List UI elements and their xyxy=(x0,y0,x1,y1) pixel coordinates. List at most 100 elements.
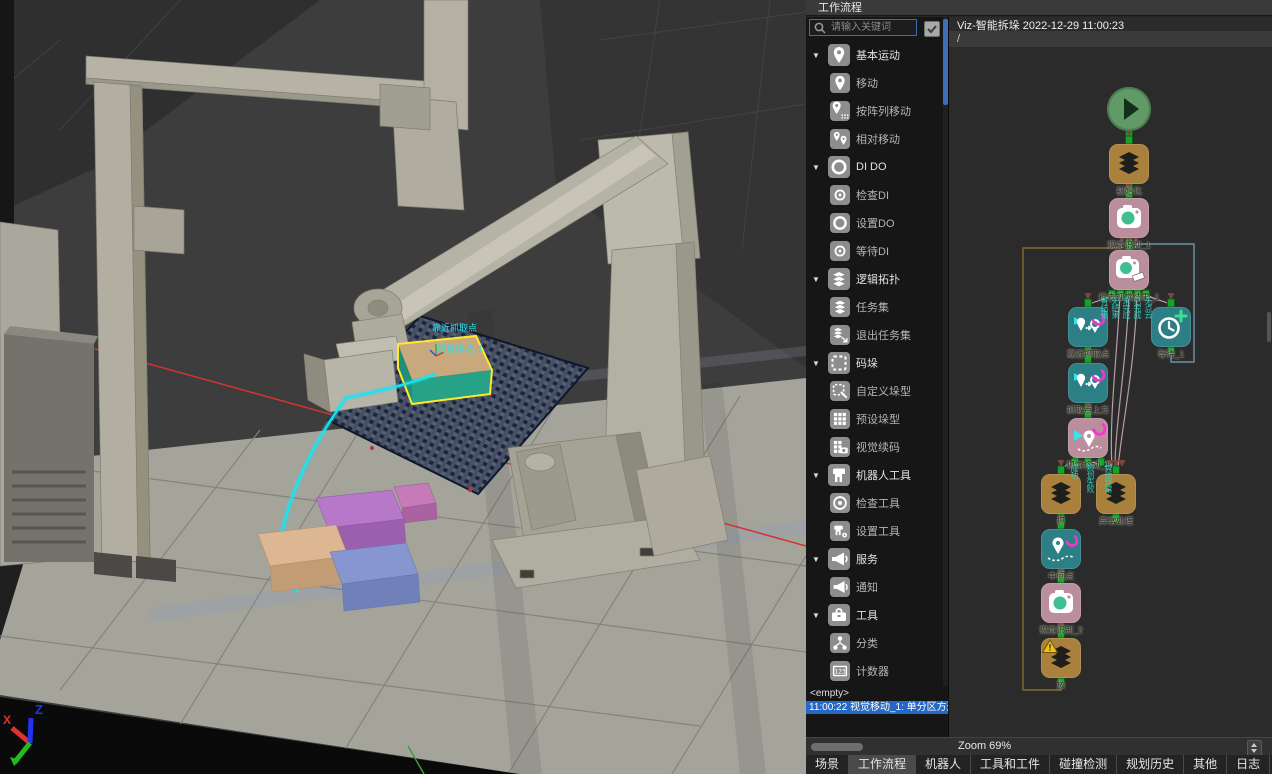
toolbox-icon xyxy=(828,604,850,626)
tree-item-2-1[interactable]: 退出任务集 xyxy=(806,321,943,349)
tree-group-4[interactable]: ▼机器人工具 xyxy=(806,461,943,489)
zoom-increase-icon[interactable] xyxy=(1251,743,1257,747)
tree-item-0-0[interactable]: 移动 xyxy=(806,69,943,97)
search-input-box[interactable] xyxy=(809,19,917,36)
tree-group-label: 逻辑拓扑 xyxy=(856,271,900,287)
tab-7[interactable]: 日志 xyxy=(1227,755,1270,774)
play-icon xyxy=(1107,87,1151,131)
flow-node-place[interactable]: ! xyxy=(1041,638,1081,678)
zoom-decrease-icon[interactable] xyxy=(1251,749,1257,753)
grid-icon xyxy=(830,409,850,429)
tree-group-5[interactable]: ▼ 服务 xyxy=(806,545,943,573)
flow-node-label-except: 异常处理 xyxy=(1056,515,1176,527)
canvas-scrollbar-thumb[interactable] xyxy=(1267,312,1271,342)
chevron-down-icon[interactable]: ▼ xyxy=(812,555,822,564)
tree-item-0-2[interactable]: 相对移动 xyxy=(806,125,943,153)
flow-node-grab[interactable] xyxy=(1041,474,1081,514)
chevron-down-icon[interactable]: ▼ xyxy=(812,163,822,172)
tree-group-0[interactable]: ▼基本运动 xyxy=(806,41,943,69)
pallet-custom-icon xyxy=(830,381,850,401)
ring-di-icon xyxy=(830,185,850,205)
flow-node-init[interactable] xyxy=(1109,144,1149,184)
layers-exit-icon xyxy=(830,325,850,345)
ring-icon xyxy=(830,213,850,233)
chevron-down-icon[interactable]: ▼ xyxy=(812,51,822,60)
layers-warn-icon: ! xyxy=(1041,638,1081,678)
flow-canvas[interactable]: Viz-智能拆垛 2022-12-29 11:00:23 / 初始化视觉识别_1… xyxy=(948,17,1272,737)
pin-icon xyxy=(828,44,850,66)
flow-node-mid[interactable] xyxy=(1041,529,1081,569)
search-icon xyxy=(813,21,827,35)
tab-2[interactable]: 机器人 xyxy=(916,755,971,774)
tab-1[interactable]: 工作流程 xyxy=(849,755,916,774)
flowchart[interactable]: 初始化视觉识别_1检查视觉结果_1靠近抓取点等待_1抓取点上方视觉移动_1抓异常… xyxy=(949,17,1272,737)
tree-item-1-2[interactable]: 等待DI xyxy=(806,237,943,265)
tree-group-2[interactable]: ▼ 逻辑拓扑 xyxy=(806,265,943,293)
tool-set-icon xyxy=(830,521,850,541)
camera-check-icon xyxy=(1109,250,1149,290)
tab-3[interactable]: 工具和工件 xyxy=(971,755,1050,774)
edge-label-check-3: 已完成 xyxy=(1132,297,1142,318)
tool-check-icon xyxy=(830,493,850,513)
flow-node-vis2[interactable] xyxy=(1041,583,1081,623)
tree-item-3-1[interactable]: 预设垛型 xyxy=(806,405,943,433)
tree-item-3-2[interactable]: 视觉续码 xyxy=(806,433,943,461)
pin-pair-icon xyxy=(830,129,850,149)
horn-icon xyxy=(828,548,850,570)
status-empty: <empty> xyxy=(806,686,948,699)
flow-node-vmove[interactable] xyxy=(1068,418,1108,458)
flow-node-vis1[interactable] xyxy=(1109,198,1149,238)
tree-item-6-0[interactable]: 分类 xyxy=(806,629,943,657)
tree-group-label: 服务 xyxy=(856,551,878,567)
tab-4[interactable]: 碰撞检测 xyxy=(1050,755,1117,774)
flow-node-wait[interactable] xyxy=(1151,307,1191,347)
pin-grid-icon xyxy=(830,101,850,121)
flow-node-except[interactable] xyxy=(1096,474,1136,514)
tree-item-0-1[interactable]: 按阵列移动 xyxy=(806,97,943,125)
search-input[interactable] xyxy=(829,21,916,34)
tree-item-4-1[interactable]: 设置工具 xyxy=(806,517,943,545)
tree-item-4-0[interactable]: 检查工具 xyxy=(806,489,943,517)
tree-item-label: 移动 xyxy=(856,75,878,91)
tree-item-5-0[interactable]: 通知 xyxy=(806,573,943,601)
tree-item-6-1[interactable]: 123计数器 xyxy=(806,657,943,685)
zoom-bar: Zoom 69% xyxy=(806,737,1272,755)
tree-group-label: 码垛 xyxy=(856,355,878,371)
tree-item-1-1[interactable]: 设置DO xyxy=(806,209,943,237)
search-filter-checkbox[interactable] xyxy=(924,21,940,37)
application-window: 靠近抓取点 视觉移动_1 X Z 工作流程 xyxy=(0,0,1272,774)
tree-item-label: 自定义垛型 xyxy=(856,383,911,399)
zoom-stepper[interactable] xyxy=(1247,740,1262,756)
panel-title: 工作流程 xyxy=(806,0,1272,16)
tree-group-label: DI DO xyxy=(856,161,887,173)
tree-item-2-0[interactable]: 任务集 xyxy=(806,293,943,321)
status-log-line[interactable]: 11:00:22 视觉移动_1: 单分区方形 xyxy=(806,701,948,714)
tree-group-1[interactable]: ▼ DI DO xyxy=(806,153,943,181)
flow-node-start[interactable] xyxy=(1107,87,1151,131)
flow-node-label-place: 放 xyxy=(1001,679,1121,691)
tree-item-1-0[interactable]: 检查DI xyxy=(806,181,943,209)
tab-5[interactable]: 规划历史 xyxy=(1117,755,1184,774)
chevron-down-icon[interactable]: ▼ xyxy=(812,359,822,368)
clock-plus-icon xyxy=(1151,307,1191,347)
flow-node-check[interactable] xyxy=(1109,250,1149,290)
tree-item-label: 检查工具 xyxy=(856,495,900,511)
chevron-down-icon[interactable]: ▼ xyxy=(812,471,822,480)
chevron-down-icon[interactable]: ▼ xyxy=(812,611,822,620)
mini-progress-pill xyxy=(811,743,863,751)
tree-item-label: 等待DI xyxy=(856,243,889,259)
flow-node-label-init: 初始化 xyxy=(1069,185,1189,197)
viewport-3d[interactable]: 靠近抓取点 视觉移动_1 X Z xyxy=(0,0,806,774)
tab-0[interactable]: 场景 xyxy=(806,755,849,774)
pallet-icon xyxy=(828,352,850,374)
tree-group-6[interactable]: ▼工具 xyxy=(806,601,943,629)
flow-node-above[interactable] xyxy=(1068,363,1108,403)
edge-label-check-0: 有结果 xyxy=(1099,297,1109,318)
tab-6[interactable]: 其他 xyxy=(1184,755,1227,774)
tree-item-3-0[interactable]: 自定义垛型 xyxy=(806,377,943,405)
edge-label-check-4: 无点云 xyxy=(1143,297,1153,318)
tree-group-3[interactable]: ▼ 码垛 xyxy=(806,349,943,377)
chevron-down-icon[interactable]: ▼ xyxy=(812,275,822,284)
edge-label-vmove-0: 成功 xyxy=(1069,464,1079,478)
tree-item-label: 按阵列移动 xyxy=(856,103,911,119)
